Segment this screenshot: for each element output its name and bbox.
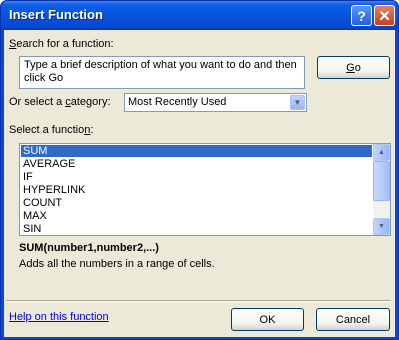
search-label: Search for a function: bbox=[9, 38, 114, 50]
function-listbox[interactable]: SUM AVERAGE IF HYPERLINK COUNT MAX SIN ▲… bbox=[19, 143, 391, 236]
close-title-button[interactable]: ✕ bbox=[374, 5, 395, 26]
category-label: Or select a category: bbox=[9, 96, 111, 108]
chevron-down-icon[interactable]: ▼ bbox=[290, 95, 305, 110]
dialog-body: Search for a function: Type a brief desc… bbox=[4, 30, 395, 337]
scroll-up-arrow-icon[interactable]: ▲ bbox=[373, 144, 390, 161]
function-list-item[interactable]: IF bbox=[21, 171, 372, 183]
function-list-label: Select a function: bbox=[9, 124, 94, 136]
go-button[interactable]: Go bbox=[317, 56, 390, 79]
category-select[interactable]: Most Recently Used ▼ bbox=[124, 93, 307, 112]
ok-button[interactable]: OK bbox=[231, 308, 304, 331]
help-title-button[interactable]: ? bbox=[351, 5, 372, 26]
scroll-down-arrow-icon[interactable]: ▼ bbox=[373, 218, 390, 235]
help-on-function-link[interactable]: Help on this function bbox=[9, 311, 109, 323]
function-description: Adds all the numbers in a range of cells… bbox=[19, 258, 215, 270]
title-bar[interactable]: Insert Function ? ✕ bbox=[1, 1, 398, 30]
question-mark-icon: ? bbox=[357, 7, 366, 24]
function-signature: SUM(number1,number2,...) bbox=[19, 242, 159, 254]
list-scrollbar[interactable]: ▲ ▼ bbox=[373, 144, 390, 235]
function-list-item[interactable]: AVERAGE bbox=[21, 158, 372, 170]
function-list-item[interactable]: SUM bbox=[21, 145, 372, 157]
close-icon: ✕ bbox=[378, 7, 391, 25]
function-list-item[interactable]: SIN bbox=[21, 223, 372, 235]
cancel-button[interactable]: Cancel bbox=[316, 308, 390, 331]
insert-function-dialog: Insert Function ? ✕ Search for a functio… bbox=[0, 0, 399, 340]
search-input[interactable]: Type a brief description of what you wan… bbox=[19, 56, 305, 89]
function-list-item[interactable]: HYPERLINK bbox=[21, 184, 372, 196]
scroll-thumb[interactable] bbox=[373, 161, 390, 201]
function-list-item[interactable]: MAX bbox=[21, 210, 372, 222]
category-selected-value: Most Recently Used bbox=[128, 96, 227, 108]
footer-divider bbox=[6, 300, 391, 302]
dialog-title: Insert Function bbox=[9, 7, 103, 22]
function-list-item[interactable]: COUNT bbox=[21, 197, 372, 209]
